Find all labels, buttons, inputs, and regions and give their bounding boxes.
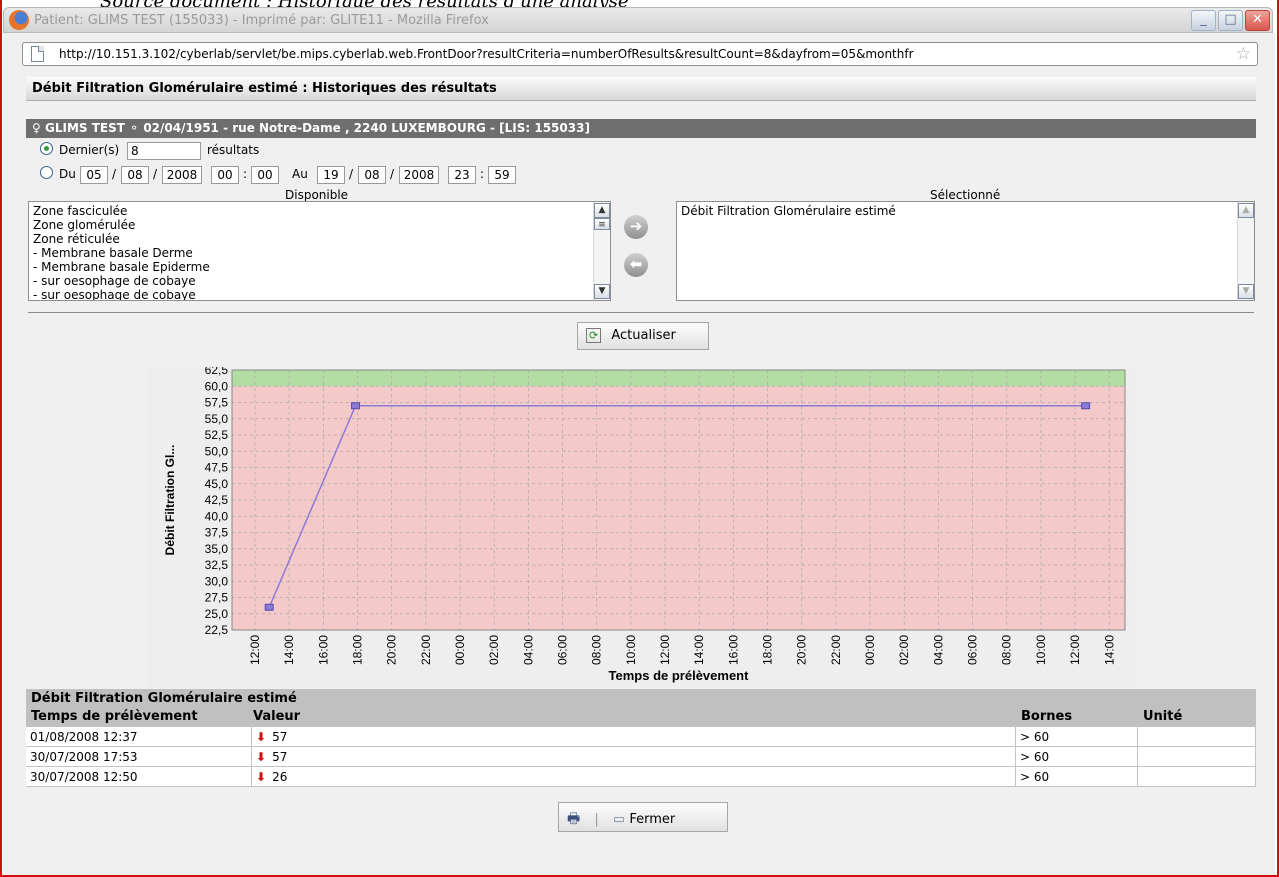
red-frame: [0, 0, 1279, 877]
